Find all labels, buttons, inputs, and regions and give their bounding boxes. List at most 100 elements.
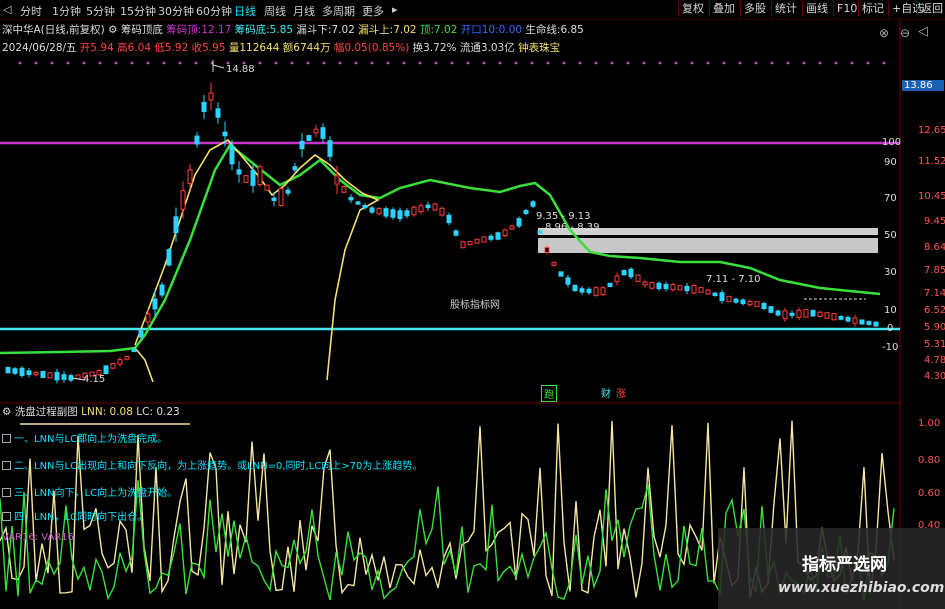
dot-marker: [530, 61, 534, 65]
candle-body: [516, 218, 522, 227]
candle-body: [222, 131, 228, 137]
candle-body: [187, 169, 193, 184]
dot-marker: [290, 61, 294, 65]
dot-row: [18, 61, 886, 65]
candle-body: [663, 283, 669, 290]
candle-body: [334, 175, 340, 185]
candle-body: [208, 92, 214, 101]
dot-marker: [754, 61, 758, 65]
candle-body: [698, 287, 704, 293]
candle-body: [859, 319, 865, 325]
quote-turnover: 换3.72%: [412, 42, 457, 54]
chip-bottom-label: 筹码底:: [234, 24, 270, 36]
dot-marker: [178, 61, 182, 65]
candle-body: [488, 235, 494, 240]
dot-marker: [50, 61, 54, 65]
candle-body: [173, 216, 179, 234]
candle-body: [649, 282, 655, 289]
minimize-icon[interactable]: ⊖: [900, 26, 910, 40]
candle-body: [180, 190, 186, 210]
price-tick: 10.45: [918, 191, 945, 202]
note-text: 二、LNN与LC出现向上和向下反向，为上涨趋势。或LNN=0,同时,LC向上>7…: [14, 461, 423, 472]
candle-body: [348, 196, 354, 201]
candle-body: [355, 201, 361, 205]
dot-marker: [738, 61, 742, 65]
candle-body: [292, 166, 298, 171]
candle-body: [460, 241, 466, 249]
candle-body: [677, 285, 683, 291]
sub-tick: 0.60: [918, 488, 941, 499]
candle-body: [607, 282, 613, 288]
dot-marker: [514, 61, 518, 65]
candle-body: [474, 238, 480, 244]
candle-body: [264, 184, 270, 191]
candle-body: [558, 271, 564, 277]
candle-body: [621, 270, 627, 276]
candle-body: [33, 371, 39, 376]
note-checkbox: [2, 461, 11, 470]
candle-body: [572, 284, 578, 292]
lc-value: LC: 0.23: [136, 406, 180, 418]
dot-marker: [770, 61, 774, 65]
candle-body: [404, 210, 410, 217]
watermark-url: www.xuezhibiao.com: [778, 580, 945, 596]
candle-body: [194, 135, 200, 145]
candle-body: [243, 175, 249, 183]
low-price-label: 4.15: [83, 374, 106, 385]
chip-top-label: 筹码顶:: [166, 24, 202, 36]
candle-body: [600, 287, 606, 296]
candle-body: [131, 348, 137, 353]
candle-body: [75, 374, 81, 380]
candle-body: [278, 187, 284, 207]
quote-industry: 钟表珠宝: [518, 42, 561, 54]
price-tick: 5.31: [924, 339, 945, 350]
dot-marker: [402, 61, 406, 65]
sub-gear-icon[interactable]: ⚙: [2, 406, 11, 418]
dot-marker: [146, 61, 150, 65]
note-text: 四、LNN，LC同时向下出仓。: [14, 512, 148, 523]
signal-run: 跑: [541, 385, 557, 402]
candle-body: [628, 268, 634, 278]
lnn-value: LNN: 0.08: [81, 406, 133, 418]
candle-body: [691, 284, 697, 294]
price-tick: 8.64: [924, 242, 945, 253]
sub-tick: 0.80: [918, 455, 941, 466]
osc-tick: 10: [884, 305, 897, 316]
candle-body: [12, 368, 18, 374]
dot-marker: [258, 61, 262, 65]
note-checkbox: [2, 512, 11, 521]
candle-body: [810, 309, 816, 317]
osc-tick: -10: [882, 342, 899, 353]
gear-icon[interactable]: ⚙: [108, 24, 117, 36]
candle-body: [215, 108, 221, 118]
dot-marker: [626, 61, 630, 65]
candle-body: [740, 299, 746, 305]
dot-marker: [386, 61, 390, 65]
note-text: 三、LNN向下，LC向上为洗盘开始。: [14, 488, 178, 499]
candle-body: [530, 201, 536, 207]
box1-label: 9.35 - 9.13: [536, 211, 591, 222]
candle-body: [670, 284, 676, 291]
arrow-icon[interactable]: ◁: [918, 24, 928, 39]
quote-volume: 量112644: [228, 42, 280, 54]
candle-body: [495, 232, 501, 240]
quote-change: 幅0.05(0.85%): [333, 42, 410, 54]
candle-body: [327, 140, 333, 157]
candle-body: [544, 247, 550, 253]
candle-body: [509, 225, 515, 230]
dot-marker: [578, 61, 582, 65]
osc-tick: 100: [882, 137, 902, 148]
candle-body: [138, 330, 144, 338]
box2-label: 8.96 - 8.39: [545, 222, 600, 233]
candle-body: [838, 315, 844, 320]
candle-body: [866, 321, 872, 325]
candle-body: [362, 204, 368, 209]
close-icon[interactable]: ⊗: [879, 26, 889, 40]
oscillator-line-1: [134, 347, 154, 383]
dot-marker: [850, 61, 854, 65]
site-watermark: 指标严选网 www.xuezhibiao.com: [718, 528, 945, 609]
indicator-info-line: 深中华A(日线,前复权) ⚙ 筹码顶底 筹码顶:12.17 筹码底:5.85 漏…: [2, 22, 584, 37]
candle-body: [229, 145, 235, 165]
price-tick: 11.52: [918, 156, 945, 167]
dot-marker: [98, 61, 102, 65]
